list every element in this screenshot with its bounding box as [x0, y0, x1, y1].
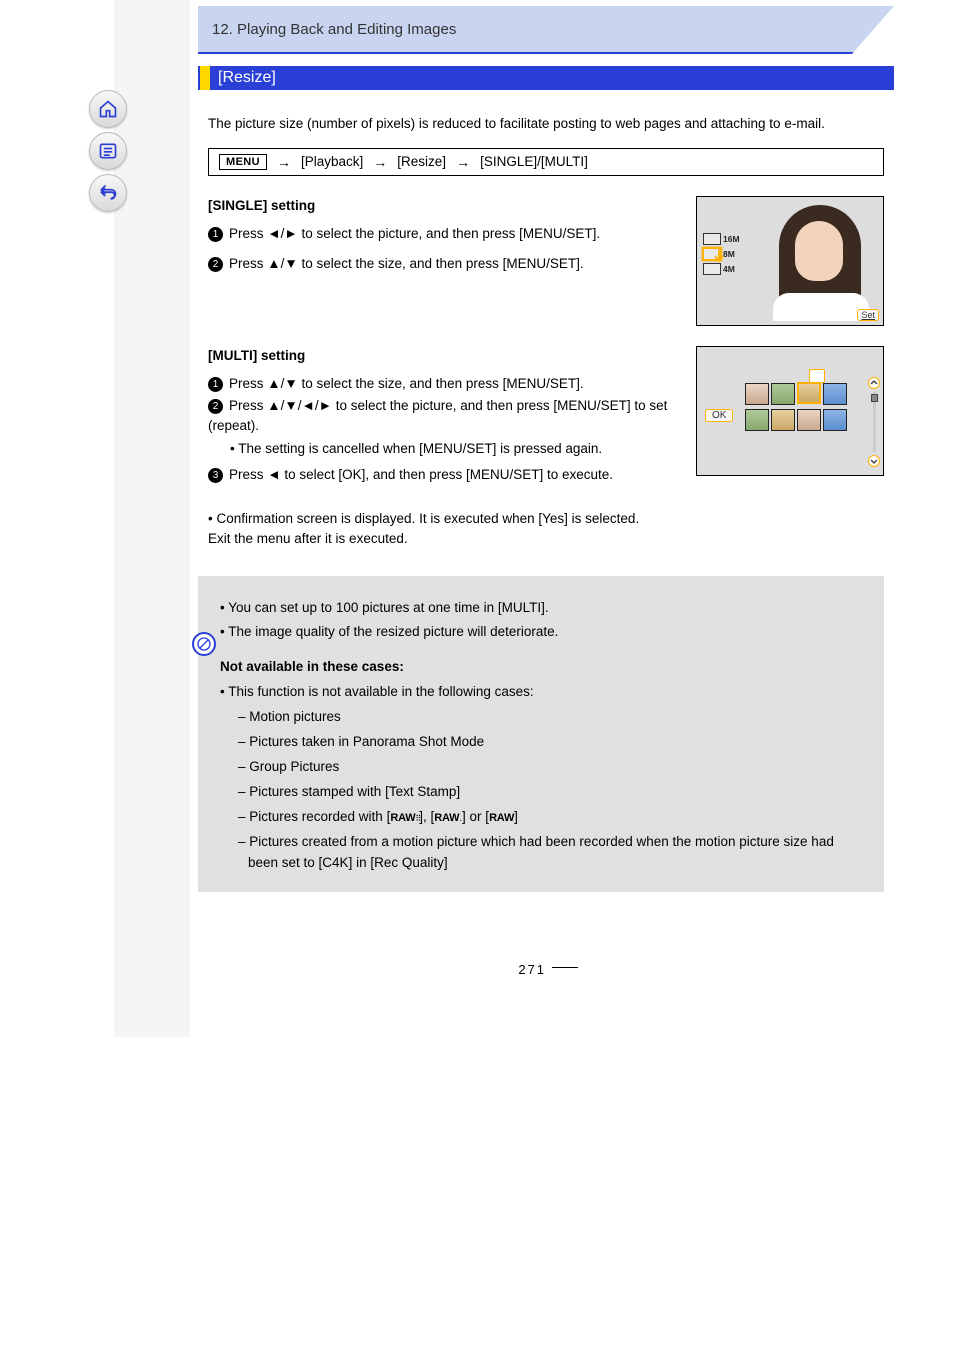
- step-number-icon: 1: [208, 377, 223, 392]
- single-step2: Press ▲/▼ to select the size, and then p…: [229, 256, 584, 271]
- single-heading: [SINGLE] setting: [208, 196, 684, 216]
- thumbnail: [771, 383, 795, 405]
- thumbnail: [771, 409, 795, 431]
- note-line: • You can set up to 100 pictures at one …: [220, 598, 862, 619]
- ok-button-label: OK: [705, 409, 733, 422]
- arrow-right-icon: →: [373, 154, 387, 170]
- single-figure: 16M 8M 4M Set: [696, 196, 884, 326]
- arrow-right-icon: →: [456, 154, 470, 170]
- chevron-up-icon: [868, 377, 880, 389]
- multi-figure: OK: [696, 346, 884, 476]
- menu-button-label: MENU: [219, 154, 267, 170]
- footnote: • Confirmation screen is displayed. It i…: [208, 509, 884, 550]
- step-number-icon: 3: [208, 468, 223, 483]
- thumbnail-selected: [797, 382, 821, 404]
- home-icon[interactable]: [89, 90, 127, 128]
- menu-list-icon[interactable]: [89, 132, 127, 170]
- note-line: • The image quality of the resized pictu…: [220, 622, 862, 643]
- section-title: [Resize]: [198, 66, 894, 90]
- portrait-silhouette: [755, 203, 875, 321]
- not-available-heading: Not available in these cases:: [220, 657, 862, 678]
- scroll-indicator: [869, 377, 879, 467]
- back-icon[interactable]: [89, 174, 127, 212]
- header-breadcrumb: Playing Back and Editing Images: [237, 21, 456, 38]
- thumbnail: [745, 409, 769, 431]
- note-item: – Pictures recorded with [RAW⠿], [RAW․] …: [238, 807, 862, 828]
- checkbox-icon: [809, 369, 825, 383]
- down-arrow-icon: [713, 249, 725, 263]
- menu-path-step1: [Playback]: [301, 154, 363, 169]
- section-title-text: [Resize]: [218, 69, 276, 87]
- note-item: – Group Pictures: [238, 757, 862, 778]
- menu-path-step2: [Resize]: [397, 154, 446, 169]
- header-page-num: 12.: [212, 21, 233, 38]
- single-step1: Press ◄/► to select the picture, and the…: [229, 226, 600, 241]
- menu-path: MENU → [Playback] → [Resize] → [SINGLE]/…: [208, 148, 884, 176]
- chevron-down-icon: [868, 455, 880, 467]
- step-number-icon: 2: [208, 257, 223, 272]
- page-number: 271: [198, 962, 894, 1037]
- multi-step2-sub: • The setting is cancelled when [MENU/SE…: [208, 439, 684, 459]
- note-item: – Motion pictures: [238, 707, 862, 728]
- note-box: • You can set up to 100 pictures at one …: [198, 576, 884, 892]
- note-line: • This function is not available in the …: [220, 682, 862, 703]
- multi-step3: Press ◄ to select [OK], and then press […: [229, 467, 613, 482]
- intro-text: The picture size (number of pixels) is r…: [208, 114, 884, 134]
- menu-path-step3: [SINGLE]/[MULTI]: [480, 154, 588, 169]
- side-nav-strip: [114, 0, 190, 1037]
- set-button-label: Set: [857, 309, 879, 321]
- thumbnail: [745, 383, 769, 405]
- size-option: 4M: [703, 263, 740, 275]
- multi-step2: Press ▲/▼/◄/► to select the picture, and…: [208, 398, 667, 433]
- step-number-icon: 2: [208, 399, 223, 414]
- size-option: 16M: [703, 233, 740, 245]
- note-item: – Pictures stamped with [Text Stamp]: [238, 782, 862, 803]
- thumbnail: [797, 409, 821, 431]
- multi-heading: [MULTI] setting: [208, 346, 684, 366]
- step-number-icon: 1: [208, 227, 223, 242]
- multi-step1: Press ▲/▼ to select the size, and then p…: [229, 376, 584, 391]
- thumbnail: [823, 409, 847, 431]
- not-available-icon: [192, 632, 216, 656]
- page-header: 12. Playing Back and Editing Images: [198, 6, 894, 54]
- thumbnail: [823, 383, 847, 405]
- note-item: – Pictures taken in Panorama Shot Mode: [238, 732, 862, 753]
- arrow-right-icon: →: [277, 154, 291, 170]
- note-item: – Pictures created from a motion picture…: [238, 832, 862, 874]
